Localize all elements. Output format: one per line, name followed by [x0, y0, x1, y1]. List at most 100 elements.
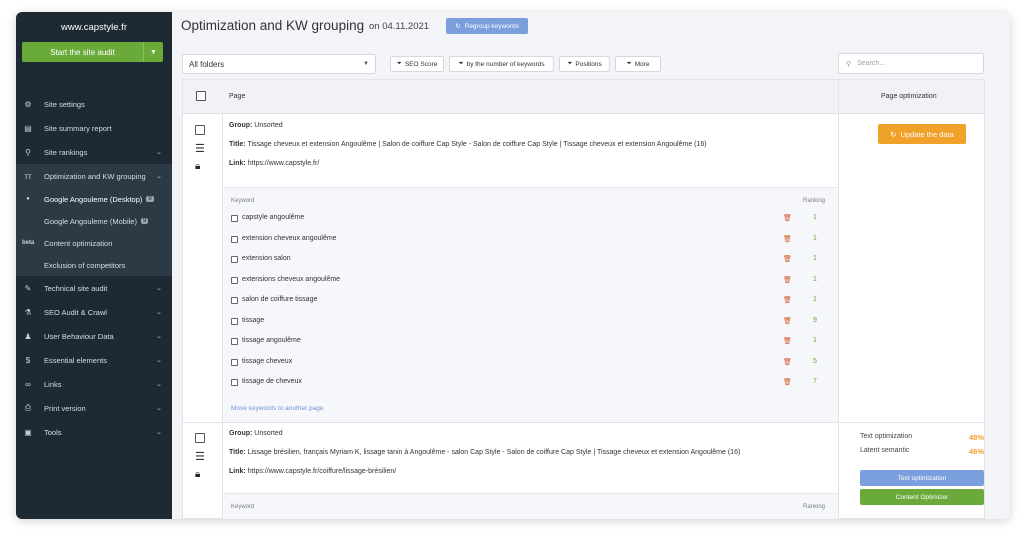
row-controls: ☰ 🔒︎ — [195, 433, 205, 480]
chevron-down-icon: ⌄ — [156, 333, 162, 340]
sidebar-item-label: SEO Audit & Crawl — [44, 307, 107, 317]
stat-value: 46% — [968, 447, 984, 456]
keyword-checkbox[interactable] — [231, 338, 238, 345]
sidebar-item-links[interactable]: ∞ Links ⌄ — [16, 372, 172, 396]
link-line: Link: https://www.capstyle.fr/ — [229, 154, 707, 173]
row-checkbox[interactable] — [195, 125, 205, 135]
keyword-checkbox[interactable] — [231, 215, 238, 222]
link-icon: ∞ — [25, 379, 31, 389]
sidebar-subitem-label: Content optimization — [44, 238, 113, 248]
move-keywords-link[interactable]: Move keywords to another page — [223, 395, 838, 423]
sidebar-item-print-version[interactable]: ⎙ Print version ⌄ — [16, 396, 172, 420]
keyword-list: capstyle angoulême 🗑︎ 1 extension cheveux a… — [223, 210, 838, 395]
trash-icon[interactable]: 🗑︎ — [783, 214, 792, 222]
trash-icon[interactable]: 🗑︎ — [783, 378, 792, 386]
keyword-panel-header: Keyword Ranking — [223, 188, 838, 210]
app-window: www.capstyle.fr Start the site audit ▼ ⚙… — [16, 12, 1010, 519]
flask-icon: ⚗ — [24, 307, 32, 317]
trash-icon[interactable]: 🗑︎ — [783, 337, 792, 345]
keyword-row: extensions cheveux angoulême 🗑︎ 1 — [223, 272, 838, 293]
search-box[interactable]: ⚲ — [838, 53, 984, 74]
folder-select[interactable]: All folders ▼ — [182, 54, 376, 74]
filter-icon: ⏷ — [396, 60, 402, 67]
sidebar-item-label: Print version — [44, 403, 86, 413]
sidebar: www.capstyle.fr Start the site audit ▼ ⚙… — [16, 12, 172, 519]
content-optimizer-button[interactable]: Content Optimizer — [860, 489, 984, 505]
filter-more[interactable]: ⏷ More — [615, 56, 661, 72]
lock-icon[interactable]: 🔒︎ — [195, 469, 205, 480]
update-data-button[interactable]: ↻ Update the data — [878, 124, 966, 144]
sidebar-item-user-behaviour[interactable]: ♟ User Behaviour Data ⌄ — [16, 324, 172, 348]
trash-icon[interactable]: 🗑︎ — [783, 296, 792, 304]
text-optimization-button[interactable]: Text optimization — [860, 470, 984, 486]
sidebar-subitem-content-optimization[interactable]: beta Content optimization — [16, 232, 172, 254]
page-info: Group: Unsorted Title: Tissage cheveux e… — [229, 116, 707, 173]
sidebar-subitem-desktop[interactable]: ● Google Angouleme (Desktop) 9 — [16, 188, 172, 210]
beta-badge: beta — [22, 240, 35, 246]
trash-icon[interactable]: 🗑︎ — [783, 235, 792, 243]
chevron-down-icon: ⌄ — [156, 381, 162, 388]
keyword-checkbox[interactable] — [231, 358, 238, 366]
start-audit-button[interactable]: Start the site audit ▼ — [22, 42, 163, 62]
sidebar-item-summary-report[interactable]: ▤ Site summary report — [16, 116, 172, 140]
ranking-column-header: Ranking — [803, 504, 826, 510]
sidebar-subitem-mobile[interactable]: Google Angouleme (Mobile) 9 — [16, 210, 172, 232]
trash-icon[interactable]: 🗑︎ — [783, 255, 792, 263]
keyword-ranking: 1 — [813, 255, 817, 262]
row-checkbox[interactable] — [195, 433, 205, 443]
sidebar-item-tools[interactable]: ▣ Tools ⌄ — [16, 420, 172, 444]
sidebar-item-seo-audit[interactable]: ⚗ SEO Audit & Crawl ⌄ — [16, 300, 172, 324]
column-header-optimization: Page optimization — [881, 93, 937, 100]
sidebar-subitem-label: Google Angouleme (Desktop) — [44, 194, 143, 204]
drag-handle-icon[interactable]: ☰ — [195, 144, 205, 155]
keyword-row: tissage cheveux 🗑︎ 5 — [223, 354, 838, 375]
trash-icon[interactable]: 🗑︎ — [783, 276, 792, 284]
chevron-down-icon[interactable]: ▼ — [143, 42, 163, 62]
sidebar-item-site-rankings[interactable]: ⚲ Site rankings ⌄ — [16, 140, 172, 164]
keyword-text: tissage — [242, 316, 265, 324]
keyword-ranking: 1 — [813, 275, 817, 283]
search-icon: ⚲ — [846, 60, 852, 68]
filter-label: Positions — [575, 60, 602, 68]
keyword-ranking: 5 — [813, 357, 817, 365]
caret-down-icon: ▼ — [363, 61, 369, 67]
select-all-checkbox[interactable] — [196, 91, 206, 101]
page-link[interactable]: https://www.capstyle.fr/ — [248, 160, 320, 167]
regroup-keywords-button[interactable]: ↻ Regroup keywords — [446, 18, 528, 34]
refresh-icon: ↻ — [890, 129, 897, 139]
filter-positions[interactable]: ⏷ Positions — [559, 56, 610, 72]
keyword-checkbox[interactable] — [231, 235, 238, 243]
title-value: Tissage cheveux et extension Angoulême |… — [247, 141, 707, 148]
sidebar-item-essential-elements[interactable]: $ Essential elements ⌄ — [16, 348, 172, 372]
search-input[interactable] — [857, 60, 968, 67]
stat-value: 48% — [968, 433, 984, 442]
filter-keyword-count[interactable]: ⏷ by the number of keywords — [449, 56, 554, 72]
keyword-checkbox[interactable] — [231, 317, 238, 325]
chevron-down-icon: ⌄ — [156, 357, 162, 364]
keyword-ranking: 9 — [813, 316, 817, 324]
keyword-checkbox[interactable] — [231, 297, 238, 304]
sidebar-subitem-exclusion[interactable]: Exclusion of competitors — [16, 254, 172, 276]
sidebar-item-optimization[interactable]: ᴛᴛ Optimization and KW grouping ⌄ — [16, 164, 172, 188]
sidebar-item-label: Tools — [44, 427, 62, 437]
refresh-icon: ↻ — [455, 23, 461, 30]
keyword-checkbox[interactable] — [231, 379, 238, 386]
chevron-up-icon: ⌄ — [156, 173, 162, 180]
sidebar-item-site-settings[interactable]: ⚙ Site settings — [16, 92, 172, 116]
title-value: Lissage brésilien, français Myriam K, li… — [247, 449, 741, 456]
move-keywords-label[interactable]: Move keywords to another page — [231, 405, 324, 412]
lock-icon[interactable]: 🔒︎ — [195, 161, 205, 172]
trash-icon[interactable]: 🗑︎ — [783, 317, 792, 325]
sidebar-item-technical-audit[interactable]: ✎ Technical site audit ⌄ — [16, 276, 172, 300]
filter-seo-score[interactable]: ⏷ SEO Score — [390, 56, 444, 72]
keyword-checkbox[interactable] — [231, 256, 238, 263]
trash-icon[interactable]: 🗑︎ — [783, 358, 792, 366]
keyword-row: extension salon 🗑︎ 1 — [223, 251, 838, 272]
page-link[interactable]: https://www.capstyle.fr/coiffure/lissage… — [248, 468, 397, 475]
keyword-checkbox[interactable] — [231, 276, 238, 284]
folder-select-value: All folders — [189, 59, 225, 69]
dollar-icon: $ — [25, 355, 31, 365]
drag-handle-icon[interactable]: ☰ — [195, 452, 205, 463]
filter-label: More — [634, 60, 650, 68]
stat-label: Latent semantic — [860, 447, 910, 454]
